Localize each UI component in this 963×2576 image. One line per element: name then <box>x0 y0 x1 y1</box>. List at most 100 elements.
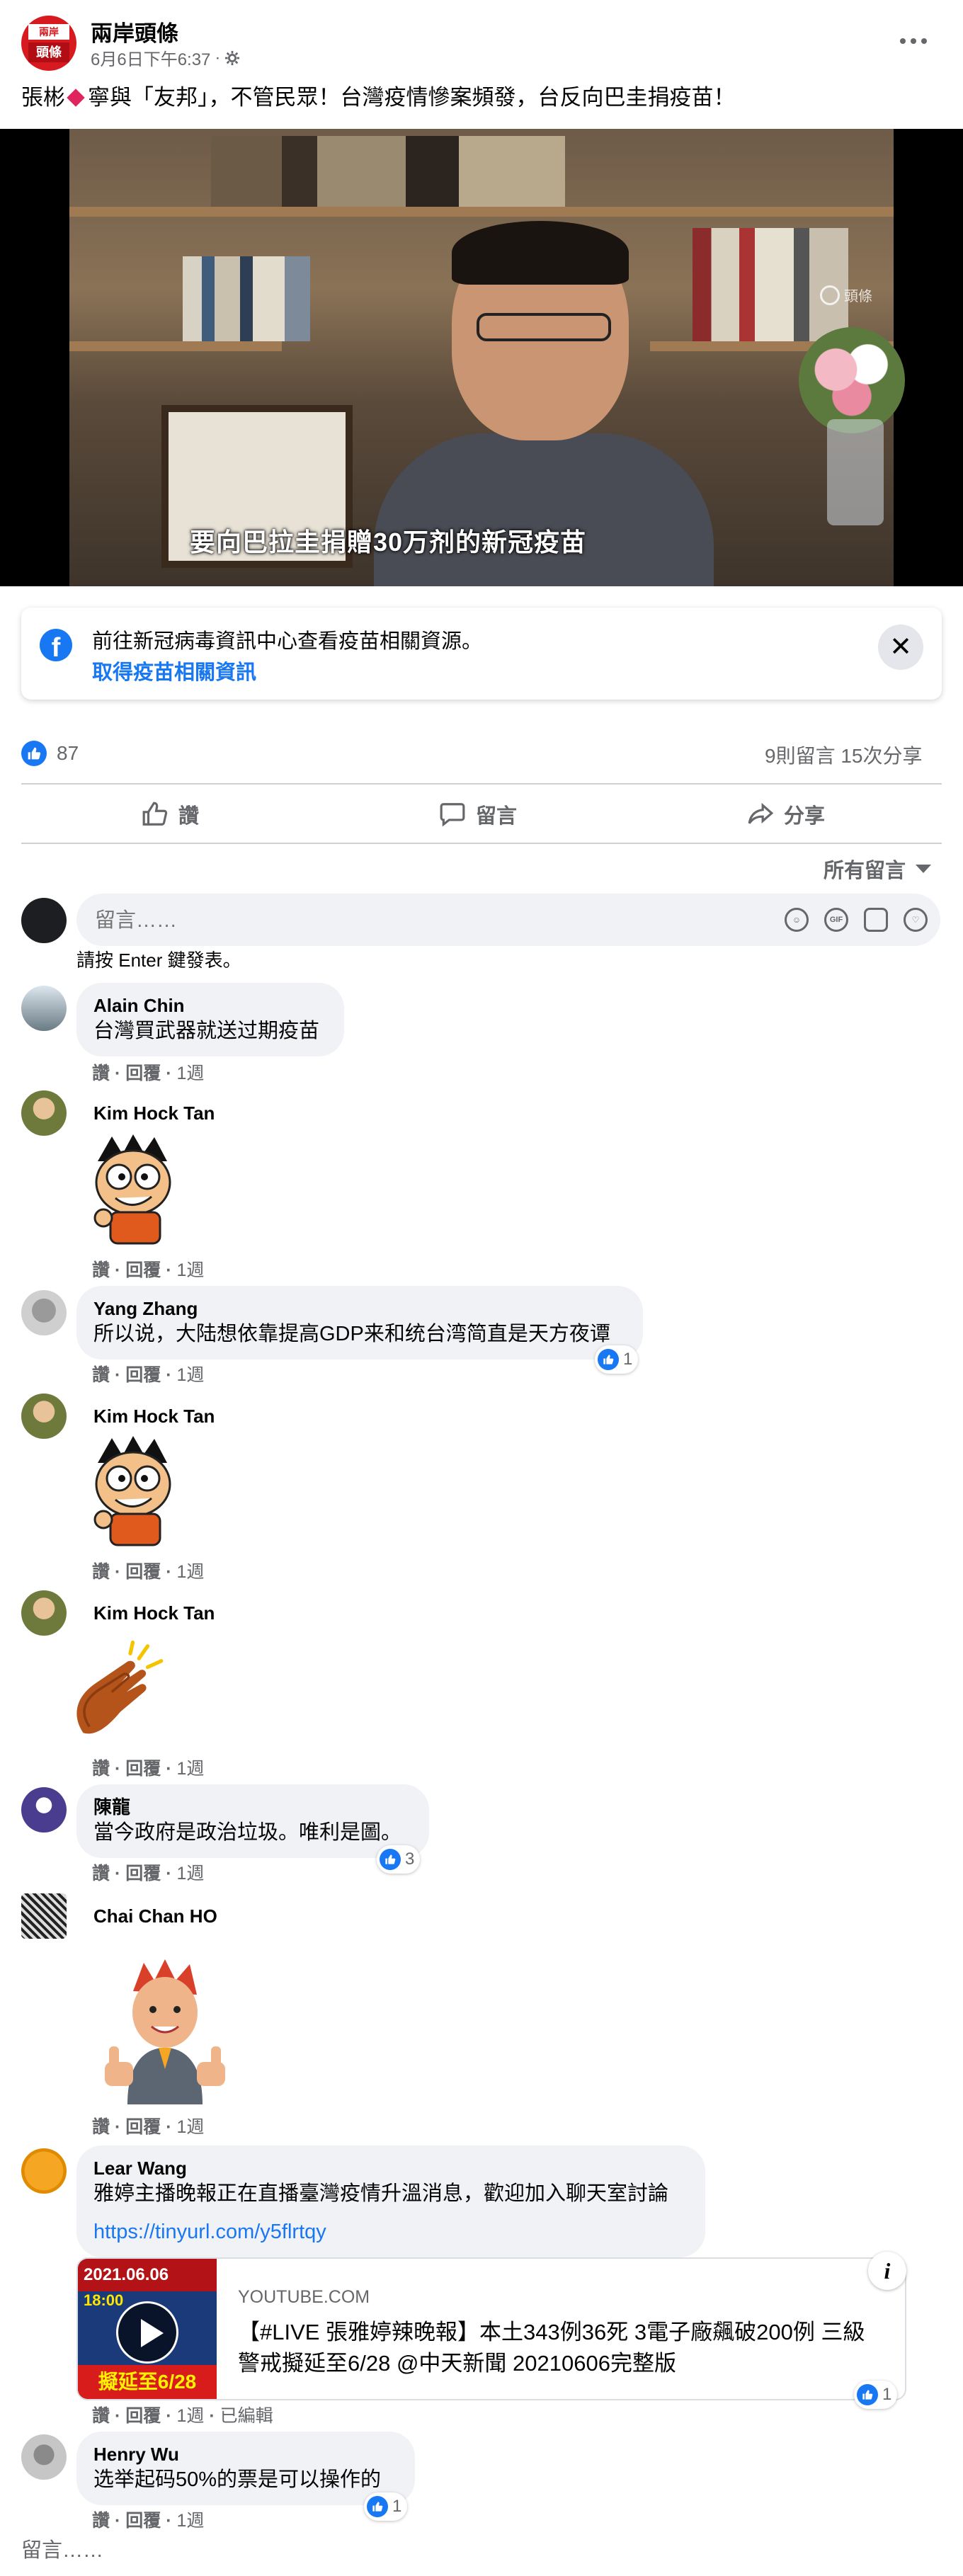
reaction-count: 1 <box>882 2385 892 2404</box>
comment-reply-link[interactable]: 回覆 <box>125 1562 161 1582</box>
bottom-comment-input[interactable]: 留言…… <box>21 2534 103 2563</box>
comment-reply-link[interactable]: 回覆 <box>125 2511 161 2531</box>
comment-reply-link[interactable]: 回覆 <box>125 1260 161 1280</box>
commenter-avatar[interactable] <box>21 2148 67 2194</box>
reaction-summary[interactable]: 87 <box>21 741 79 766</box>
comment-link[interactable]: https://tinyurl.com/y5flrtqy <box>93 2218 688 2246</box>
play-icon[interactable] <box>116 2301 178 2364</box>
comment-button[interactable]: 留言 <box>439 799 517 830</box>
comment-reply-link[interactable]: 回覆 <box>125 1759 161 1779</box>
page-name[interactable]: 兩岸頭條 <box>91 16 178 47</box>
comment-time[interactable]: 1週 <box>176 2511 204 2531</box>
thumbs-up-icon <box>142 802 168 826</box>
comment-like-link[interactable]: 讚 <box>92 1064 110 1083</box>
enter-hint: 請按 Enter 鍵發表。 <box>76 950 241 971</box>
comment-time[interactable]: 1週 <box>176 2117 204 2137</box>
commenter-avatar[interactable] <box>21 1090 67 1136</box>
page-avatar[interactable]: 兩岸 頭條 <box>21 16 76 71</box>
comment-time[interactable]: 1週 <box>176 1864 204 1883</box>
gif-icon[interactable]: GIF <box>824 908 848 932</box>
comment-like-link[interactable]: 讚 <box>92 1864 110 1883</box>
commenter-avatar[interactable] <box>21 2434 67 2480</box>
commenter-name[interactable]: Henry Wu <box>93 2443 398 2466</box>
flowers <box>799 327 905 433</box>
commenter-avatar[interactable] <box>21 1893 67 1939</box>
comment-time[interactable]: 1週 <box>176 1365 204 1385</box>
comment-reactions[interactable]: 1 <box>854 2381 898 2409</box>
comment-reactions[interactable]: 1 <box>595 1345 639 1374</box>
comment-reply-link[interactable]: 回覆 <box>125 2117 161 2137</box>
vaccine-info-link[interactable]: 取得疫苗相關資訊 <box>92 656 256 685</box>
like-button[interactable]: 讚 <box>142 799 199 830</box>
post-timestamp[interactable]: 6月6日下午6:37 <box>91 45 210 70</box>
comment-sort-dropdown[interactable]: 所有留言 <box>824 854 932 884</box>
commenter-avatar[interactable] <box>21 1787 67 1833</box>
commenter-name[interactable]: Lear Wang <box>93 2157 688 2179</box>
commenter-name[interactable]: Kim Hock Tan <box>93 1602 215 1624</box>
divider <box>21 783 942 785</box>
link-preview-card[interactable]: 2021.06.06 18:00 擬延至6/28 YOUTUBE.COM 【#L… <box>76 2257 906 2400</box>
commenter-name[interactable]: Kim Hock Tan <box>93 1405 215 1427</box>
comment-reply-link[interactable]: 回覆 <box>125 1365 161 1385</box>
commenter-name[interactable]: Alain Chin <box>93 994 327 1017</box>
commenter-name[interactable]: Kim Hock Tan <box>93 1102 215 1124</box>
share-button[interactable]: 分享 <box>747 799 825 830</box>
commenter-name[interactable]: Yang Zhang <box>93 1297 626 1320</box>
video-player[interactable]: 頭條 要向巴拉圭捐贈30万剂的新冠疫苗 <box>0 129 963 586</box>
video-subtitle: 要向巴拉圭捐贈30万剂的新冠疫苗 <box>190 528 587 557</box>
info-card-text: 前往新冠病毒資訊中心查看疫苗相關資源。 <box>92 630 483 653</box>
covid-info-card: f 前往新冠病毒資訊中心查看疫苗相關資源。 取得疫苗相關資訊 ✕ <box>21 608 942 700</box>
commenter-avatar[interactable] <box>21 1394 67 1439</box>
comment-text: 當今政府是政治垃圾。唯利是圖。 <box>93 1821 402 1844</box>
post-meta: 6月6日下午6:37 · <box>91 45 240 70</box>
comment-bubble: Lear Wang 雅婷主播晚報正在直播臺灣疫情升溫消息，歡迎加入聊天室討論 h… <box>76 2145 705 2257</box>
comment-meta: 讚 · 回覆 · 1週 <box>92 1759 205 1779</box>
comment-time[interactable]: 1週 <box>176 1064 204 1083</box>
avatar-sticker-icon[interactable]: ♡ <box>904 908 928 932</box>
info-icon[interactable]: i <box>868 2252 906 2290</box>
gear-icon[interactable] <box>224 50 240 66</box>
comment-time[interactable]: 1週 <box>176 1562 204 1582</box>
cartoon-sticker-icon <box>93 1436 171 1546</box>
commenter-avatar[interactable] <box>21 986 67 1031</box>
comment-like-link[interactable]: 讚 <box>92 2406 110 2426</box>
comment-like-link[interactable]: 讚 <box>92 1562 110 1582</box>
comment-time[interactable]: 1週 <box>176 2406 204 2426</box>
comment-reactions[interactable]: 1 <box>364 2492 408 2521</box>
like-count: 87 <box>57 742 79 764</box>
comment-reply-link[interactable]: 回覆 <box>125 2406 161 2426</box>
commenter-name[interactable]: Chai Chan HO <box>93 1905 217 1927</box>
commenter-name[interactable]: 陳龍 <box>93 1796 412 1818</box>
more-dots-icon[interactable] <box>892 25 935 57</box>
emoji-icon[interactable]: ☺ <box>785 908 809 932</box>
commenter-avatar[interactable] <box>21 1590 67 1636</box>
current-user-avatar[interactable] <box>21 898 67 943</box>
comment-input-box[interactable]: ☺ GIF ♡ <box>76 894 940 946</box>
comment-like-link[interactable]: 讚 <box>92 1260 110 1280</box>
comment-like-link[interactable]: 讚 <box>92 2117 110 2137</box>
comment-edited[interactable]: 已編輯 <box>220 2406 273 2426</box>
reaction-count: 3 <box>405 1850 415 1869</box>
sticker-icon[interactable] <box>864 908 888 932</box>
comment-reactions[interactable]: 3 <box>377 1845 421 1874</box>
logo-text-bottom: 頭條 <box>28 42 69 62</box>
comment-reply-link[interactable]: 回覆 <box>125 1064 161 1083</box>
logo-text-top: 兩岸 <box>28 24 69 40</box>
comment-like-link[interactable]: 讚 <box>92 1365 110 1385</box>
comment-like-link[interactable]: 讚 <box>92 1759 110 1779</box>
like-reaction-icon <box>21 741 47 766</box>
comment-like-link[interactable]: 讚 <box>92 2511 110 2531</box>
link-thumbnail: 2021.06.06 18:00 擬延至6/28 <box>78 2259 217 2399</box>
comment-text: 选举起码50%的票是可以操作的 <box>93 2468 382 2491</box>
comment-time[interactable]: 1週 <box>176 1260 204 1280</box>
comment-reply-link[interactable]: 回覆 <box>125 1864 161 1883</box>
comment-time[interactable]: 1週 <box>176 1759 204 1779</box>
comment-input[interactable] <box>93 904 592 937</box>
comments-shares-count[interactable]: 9則留言 15次分享 <box>765 741 923 769</box>
vase <box>827 419 884 525</box>
person-glasses <box>477 313 611 341</box>
commenter-avatar[interactable] <box>21 1290 67 1335</box>
share-icon <box>748 802 774 824</box>
comment-icon <box>440 803 465 827</box>
close-icon[interactable]: ✕ <box>878 625 923 670</box>
